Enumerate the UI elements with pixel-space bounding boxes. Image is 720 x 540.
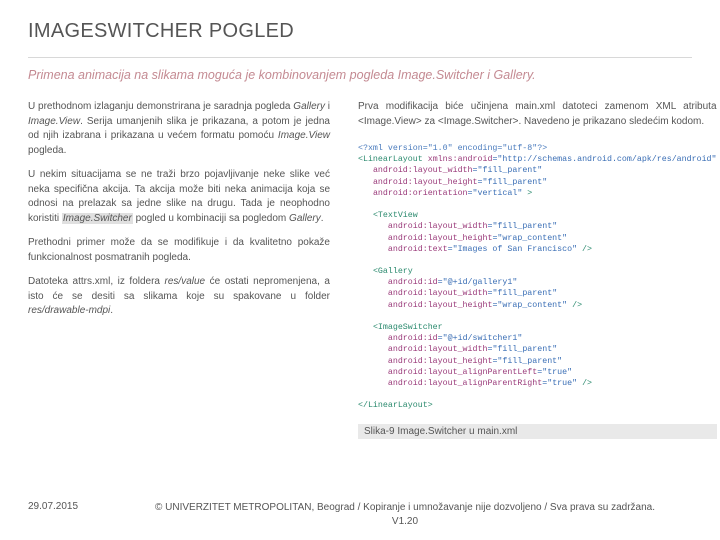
footer-copyright: © UNIVERZITET METROPOLITAN, Beograd / Ko…: [118, 501, 692, 528]
code-val: ="fill_parent": [487, 289, 557, 298]
code-tag: <Gallery: [373, 267, 413, 276]
code-tag: </LinearLayout>: [358, 401, 433, 410]
code-line: <?xml version="1.0" encoding="utf-8"?>: [358, 144, 547, 153]
text-highlight: Image.Switcher: [62, 213, 133, 224]
text: pogleda.: [28, 145, 66, 156]
text-italic: Gallery: [289, 213, 321, 224]
code-val: ="fill_parent": [487, 222, 557, 231]
left-p2: U nekim situacijama se ne traži brzo poj…: [28, 168, 330, 226]
code-attr: android:layout_width: [388, 222, 488, 231]
code-attr: android:orientation: [373, 189, 468, 198]
code-val: ="true": [537, 368, 572, 377]
code-tag: <LinearLayout: [358, 155, 423, 164]
divider: [28, 57, 692, 58]
code-val: ="wrap_content": [492, 301, 567, 310]
text: Datoteka attrs.xml, iz foldera: [28, 276, 165, 287]
code-tag: >: [522, 189, 532, 198]
code-tag: />: [577, 379, 592, 388]
code-block: <?xml version="1.0" encoding="utf-8"?> <…: [358, 139, 717, 412]
code-attr: android:layout_width: [388, 345, 488, 354]
text-italic: Image.View: [28, 116, 80, 127]
text-italic: res/value: [165, 276, 206, 287]
footer-copy-line2: V1.20: [392, 516, 418, 527]
subtitle: Primena animacija na slikama moguća je k…: [28, 68, 692, 82]
text: .: [110, 305, 113, 316]
left-p4: Datoteka attrs.xml, iz foldera res/value…: [28, 275, 330, 319]
code-attr: android:layout_alignParentRight: [388, 379, 542, 388]
code-tag: />: [567, 301, 582, 310]
code-attr: android:layout_height: [388, 301, 493, 310]
code-attr: android:layout_height: [388, 234, 493, 243]
code-tag: />: [577, 245, 592, 254]
code-attr: android:layout_width: [373, 166, 473, 175]
code-val: ="fill_parent": [478, 178, 548, 187]
code-val: ="vertical": [468, 189, 523, 198]
text: U prethodnom izlaganju demonstrirana je …: [28, 101, 293, 112]
code-val: ="fill_parent": [473, 166, 543, 175]
code-val: ="wrap_content": [492, 234, 567, 243]
content-columns: U prethodnom izlaganju demonstrirana je …: [28, 100, 692, 439]
code-val: ="@+id/gallery1": [438, 278, 518, 287]
text-italic: res/drawable-mdpi: [28, 305, 110, 316]
footer-copy-line1: © UNIVERZITET METROPOLITAN, Beograd / Ko…: [155, 502, 655, 513]
code-val: ="@+id/switcher1": [438, 334, 523, 343]
text: .: [321, 213, 324, 224]
page-title: IMAGESWITCHER POGLED: [28, 20, 692, 43]
code-attr: android:layout_height: [388, 357, 493, 366]
right-p1: Prva modifikacija biće učinjena main.xml…: [358, 100, 717, 129]
code-attr: android:id: [388, 334, 438, 343]
code-val: ="fill_parent": [487, 345, 557, 354]
left-p1: U prethodnom izlaganju demonstrirana je …: [28, 100, 330, 158]
left-column: U prethodnom izlaganju demonstrirana je …: [28, 100, 330, 439]
footer-date: 29.07.2015: [28, 501, 118, 512]
code-attr: xmlns:android: [428, 155, 493, 164]
left-p3: Prethodni primer može da se modifikuje i…: [28, 236, 330, 265]
text-italic: Gallery: [293, 101, 325, 112]
code-val: ="true": [542, 379, 577, 388]
code-val: ="fill_parent": [492, 357, 562, 366]
text-italic: Image.View: [278, 130, 330, 141]
code-val: ="http://schemas.android.com/apk/res/and…: [492, 155, 716, 164]
footer: 29.07.2015 © UNIVERZITET METROPOLITAN, B…: [28, 501, 692, 528]
code-attr: android:layout_alignParentLeft: [388, 368, 537, 377]
code-attr: android:id: [388, 278, 438, 287]
code-val: ="Images of San Francisco": [448, 245, 577, 254]
code-attr: android:layout_width: [388, 289, 488, 298]
right-column: Prva modifikacija biće učinjena main.xml…: [358, 100, 717, 439]
code-attr: android:text: [388, 245, 448, 254]
text: pogled u kombinaciji sa pogledom: [133, 213, 289, 224]
code-attr: android:layout_height: [373, 178, 478, 187]
figure-caption: Slika-9 Image.Switcher u main.xml: [358, 424, 717, 439]
code-tag: <TextView: [373, 211, 418, 220]
code-tag: <ImageSwitcher: [373, 323, 443, 332]
text: i: [325, 101, 330, 112]
